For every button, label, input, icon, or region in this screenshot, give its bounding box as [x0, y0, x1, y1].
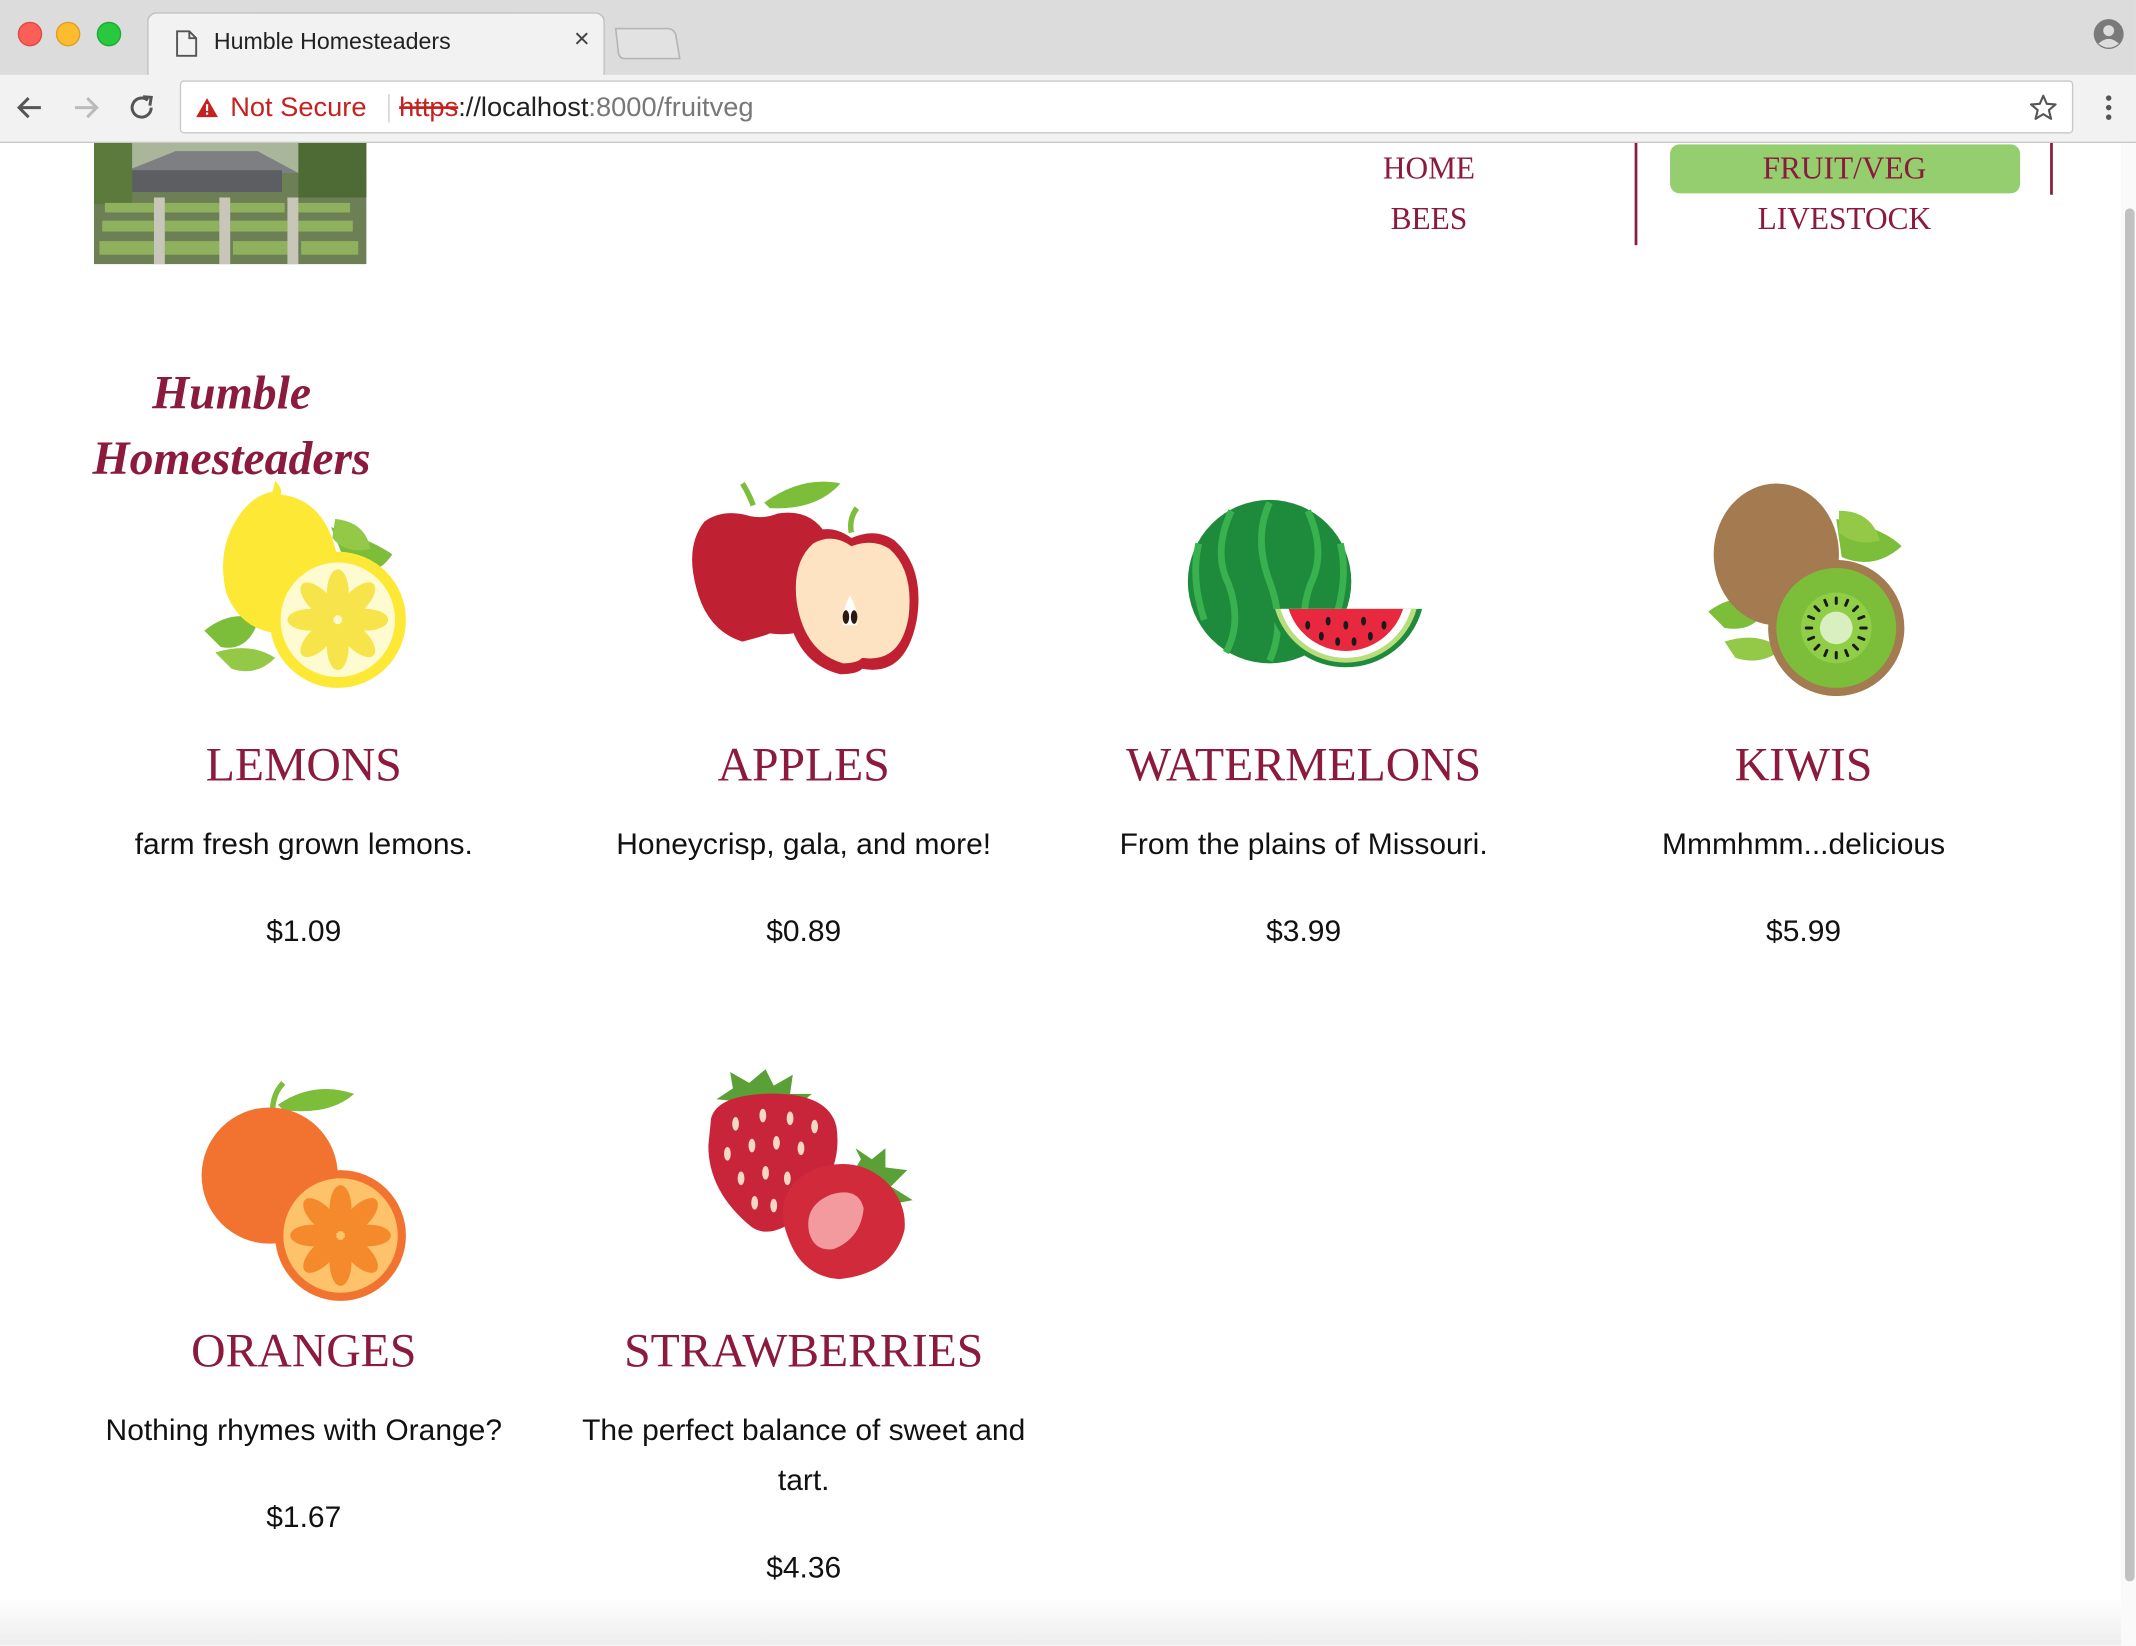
product-price-strawberries: $4.36 — [766, 1550, 842, 1585]
product-description-kiwis: Mmmhmm...delicious — [1662, 826, 1946, 861]
nav-divider — [1634, 143, 1638, 246]
product-name-kiwis[interactable]: KIWIS — [1572, 738, 2035, 792]
profile-icon[interactable] — [2092, 18, 2125, 51]
site-brand-title[interactable]: Humble Homesteaders — [27, 361, 436, 492]
address-bar[interactable]: Not Secure https://localhost:8000/fruitv… — [179, 80, 2074, 134]
browser-menu-icon[interactable] — [2098, 91, 2120, 124]
apple-icon — [692, 481, 919, 675]
close-window-button[interactable] — [17, 21, 43, 47]
product-name-oranges[interactable]: ORANGES — [72, 1324, 535, 1378]
maximize-window-button[interactable] — [96, 21, 122, 47]
brand-line-1: Humble — [152, 366, 312, 420]
page-icon — [176, 30, 198, 57]
lemon-icon — [204, 480, 406, 688]
nav-link-livestock[interactable]: LIVESTOCK — [1758, 202, 1931, 237]
url-host: ://localhost — [458, 92, 589, 123]
product-description-apples: Honeycrisp, gala, and more! — [616, 826, 992, 861]
product-name-strawberries[interactable]: STRAWBERRIES — [572, 1324, 1035, 1378]
product-price-kiwis: $5.99 — [1766, 914, 1842, 949]
minimize-window-button[interactable] — [55, 21, 81, 47]
product-name-apples[interactable]: APPLES — [572, 738, 1035, 792]
product-price-apples: $0.89 — [766, 914, 842, 949]
reload-icon[interactable] — [125, 91, 158, 124]
url-text[interactable]: https://localhost:8000/fruitveg — [399, 93, 753, 124]
browser-tab-active[interactable]: Humble Homesteaders × — [147, 12, 605, 77]
url-scheme: https — [399, 92, 459, 123]
security-status[interactable]: Not Secure — [230, 93, 366, 124]
product-description-strawberries: The perfect balance of sweet and tart. — [582, 1412, 1026, 1498]
strawberry-icon — [708, 1069, 913, 1280]
back-arrow-icon[interactable] — [14, 91, 47, 124]
orange-icon — [201, 1080, 406, 1301]
product-price-watermelons: $3.99 — [1266, 914, 1342, 949]
product-description-watermelons: From the plains of Missouri. — [1119, 826, 1488, 861]
bookmark-star-icon[interactable] — [2028, 93, 2058, 123]
product-description-oranges: Nothing rhymes with Orange? — [105, 1412, 502, 1447]
browser-chrome: Humble Homesteaders × Not Secure https:/… — [0, 0, 2136, 144]
product-price-oranges: $1.67 — [266, 1499, 342, 1534]
product-description-lemons: farm fresh grown lemons. — [134, 826, 473, 861]
warning-icon — [196, 98, 218, 118]
close-tab-icon[interactable]: × — [574, 26, 590, 53]
address-separator — [388, 93, 390, 123]
tab-strip: Humble Homesteaders × — [0, 0, 2136, 77]
nav-divider-right — [2050, 143, 2053, 195]
new-tab-button[interactable] — [613, 27, 681, 60]
browser-toolbar: Not Secure https://localhost:8000/fruitv… — [0, 74, 2136, 144]
scrollbar-thumb[interactable] — [2125, 208, 2135, 1582]
tab-title: Humble Homesteaders — [213, 28, 451, 55]
nav-link-fruitveg[interactable]: FRUIT/VEG — [1763, 151, 1927, 186]
page-content: HOME BEES FRUIT/VEG LIVESTOCK Humble Hom… — [0, 143, 2136, 1646]
nav-link-home[interactable]: HOME — [1383, 151, 1475, 186]
header-garden-photo[interactable] — [93, 143, 367, 265]
forward-arrow-icon[interactable] — [69, 91, 102, 124]
product-name-watermelons[interactable]: WATERMELONS — [1072, 738, 1535, 792]
url-path: :8000/fruitveg — [588, 92, 754, 123]
bottom-fade — [0, 1597, 2121, 1646]
nav-link-bees[interactable]: BEES — [1391, 202, 1468, 237]
product-name-lemons[interactable]: LEMONS — [72, 738, 535, 792]
kiwi-icon — [1708, 483, 1905, 697]
watermelon-icon — [1187, 499, 1423, 668]
product-price-lemons: $1.09 — [266, 914, 342, 949]
